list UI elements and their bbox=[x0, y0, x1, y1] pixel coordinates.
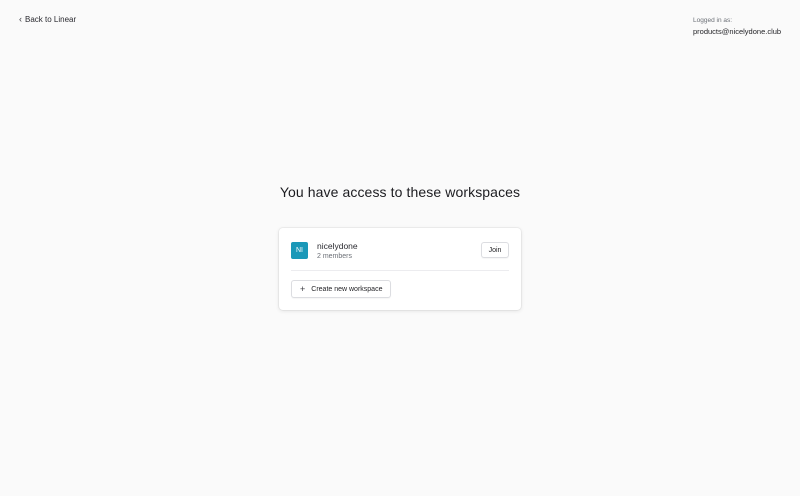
chevron-left-icon: ‹ bbox=[19, 14, 22, 24]
page-title: You have access to these workspaces bbox=[279, 184, 521, 200]
workspace-avatar: NI bbox=[291, 242, 308, 259]
logged-in-label: Logged in as: bbox=[693, 17, 733, 24]
back-link-label: Back to Linear bbox=[25, 15, 77, 24]
plus-icon: + bbox=[300, 283, 306, 294]
create-workspace-label: Create new workspace bbox=[311, 285, 383, 293]
login-info: Logged in as: products@nicelydone.club bbox=[693, 16, 781, 37]
back-to-linear-link[interactable]: ‹ Back to Linear bbox=[19, 14, 77, 25]
workspace-name: nicelydone bbox=[317, 241, 358, 251]
join-button[interactable]: Join bbox=[481, 242, 509, 258]
workspace-row: NI nicelydone 2 members Join bbox=[291, 239, 509, 269]
workspace-card: NI nicelydone 2 members Join + Create ne… bbox=[279, 228, 521, 310]
divider bbox=[291, 270, 509, 271]
create-workspace-button[interactable]: + Create new workspace bbox=[291, 280, 392, 298]
workspace-members-count: 2 members bbox=[317, 253, 353, 260]
logged-in-email: products@nicelydone.club bbox=[693, 27, 782, 36]
